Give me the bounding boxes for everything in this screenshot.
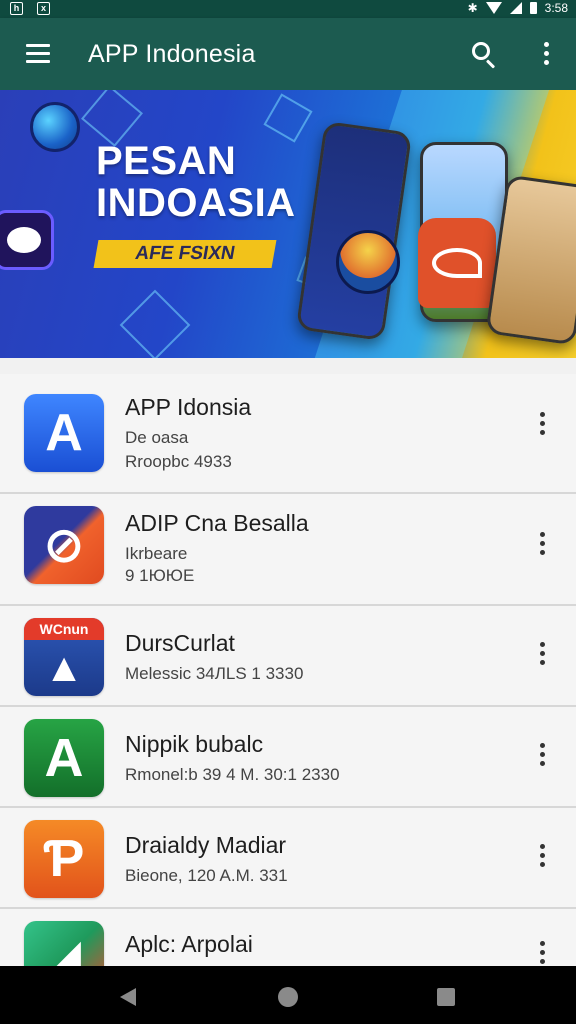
app-info: Rmonel:b 39 4 M. 30:1 2330 xyxy=(125,765,340,784)
globe-icon xyxy=(30,102,80,152)
banner-subtitle: AFE FSIXN xyxy=(93,240,277,268)
app-bar: APP Indonesia xyxy=(0,18,576,90)
clock: 3:58 xyxy=(544,1,568,15)
app-info: Bieone, 120 A.M. 331 xyxy=(125,866,288,885)
arrow-a-app-icon: A xyxy=(24,719,104,797)
item-more-icon[interactable] xyxy=(536,844,548,870)
letter-p-app-icon: Ƥ xyxy=(24,820,104,898)
item-more-icon[interactable] xyxy=(536,743,548,769)
bluetooth-icon: ✱ xyxy=(467,1,478,15)
mascot-icon xyxy=(336,230,400,294)
search-icon[interactable] xyxy=(472,42,498,69)
app-info: Melessic 34ЛLS 1 3330 xyxy=(125,664,304,683)
notification-icon: x xyxy=(37,2,50,15)
list-item[interactable]: ◢ Aplc: Arpolai xyxy=(0,909,576,999)
banner-heading: PESAN INDOASIA xyxy=(96,139,296,225)
list-item[interactable]: A Nippik bubalc Rmonel:b 39 4 M. 30:1 23… xyxy=(0,707,576,808)
tower-app-icon: WCnun ▲ xyxy=(24,618,104,696)
promo-banner[interactable]: PESAN INDOASIA AFE FSIXN xyxy=(0,90,576,358)
app-developer: De oasa xyxy=(125,428,189,447)
back-icon[interactable] xyxy=(120,988,136,1006)
list-item[interactable]: A APP Idonsia De oasa Rroopbc 4933 xyxy=(0,374,576,494)
signal-icon xyxy=(509,2,522,14)
hamburger-menu-icon[interactable] xyxy=(26,44,50,64)
android-mascot-icon xyxy=(418,218,496,308)
list-item[interactable]: WCnun ▲ DursCurlat Melessic 34ЛLS 1 3330 xyxy=(0,606,576,707)
recents-icon[interactable] xyxy=(437,988,455,1006)
home-icon[interactable] xyxy=(278,987,298,1007)
app-info: 9 1ЮЮЕ xyxy=(125,566,195,585)
app-name: Nippik bubalc xyxy=(125,731,264,757)
banner-decoration xyxy=(119,289,191,358)
app-info: Rroopbc 4933 xyxy=(125,452,232,471)
item-more-icon[interactable] xyxy=(536,941,548,967)
app-name: ADIP Cna Besalla xyxy=(125,510,309,536)
robot-icon xyxy=(0,210,54,270)
more-options-icon[interactable] xyxy=(536,42,556,68)
item-more-icon[interactable] xyxy=(536,532,548,558)
app-name: Aplc: Arpolai xyxy=(125,931,253,957)
banner-decoration xyxy=(263,93,313,143)
wifi-icon xyxy=(485,2,502,14)
item-more-icon[interactable] xyxy=(536,642,548,668)
app-title: APP Indonesia xyxy=(88,40,256,68)
app-developer: Ikrbeare xyxy=(125,544,188,563)
app-name: APP Idonsia xyxy=(125,394,252,420)
list-item[interactable]: ⊘ ADIP Cna Besalla Ikrbeare 9 1ЮЮЕ xyxy=(0,494,576,606)
item-more-icon[interactable] xyxy=(536,412,548,438)
list-item[interactable]: Ƥ Draialdy Madiar Bieone, 120 A.M. 331 xyxy=(0,808,576,909)
battery-icon xyxy=(529,2,537,14)
letter-a-app-icon: A xyxy=(24,394,104,472)
notification-icon: h xyxy=(10,2,23,15)
blocked-circle-app-icon: ⊘ xyxy=(24,506,104,584)
app-name: DursCurlat xyxy=(125,630,235,656)
system-nav-bar xyxy=(0,966,576,1024)
status-bar: h x ✱ 3:58 xyxy=(0,0,576,18)
app-name: Draialdy Madiar xyxy=(125,832,287,858)
